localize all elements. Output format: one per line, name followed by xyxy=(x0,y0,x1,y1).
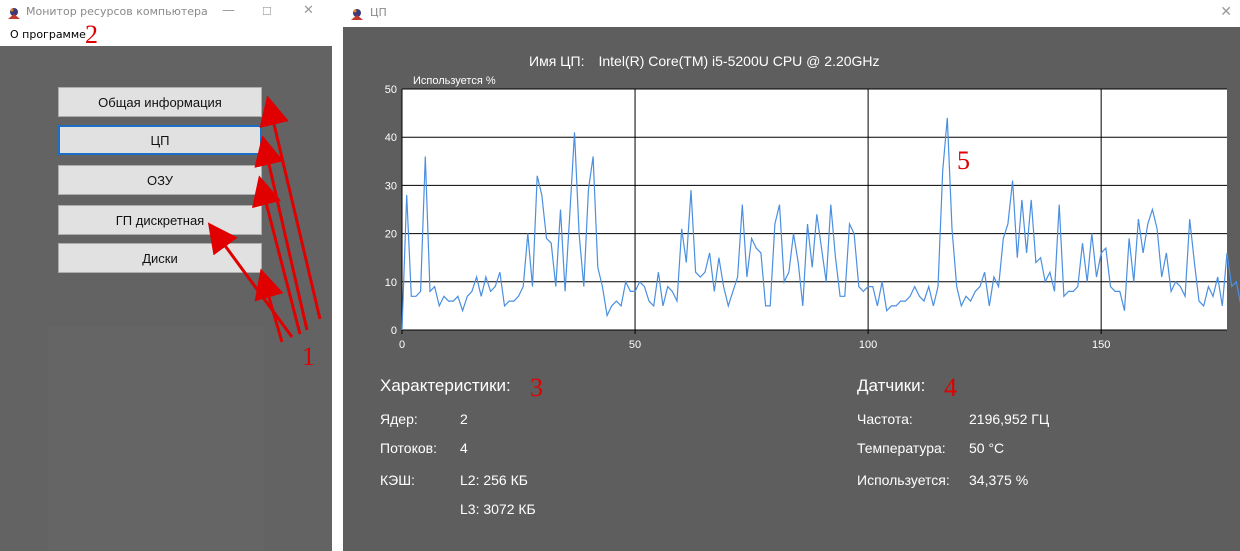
y-tick-label: 20 xyxy=(385,229,397,241)
menu-about[interactable]: О программе xyxy=(10,28,86,41)
button-gpu-discrete[interactable]: ГП дискретная xyxy=(58,205,262,235)
cpu-usage-chart: 0 10 20 30 40 50 0 50 100 150 Используется % xyxy=(385,75,1240,351)
annotation-1: 1 xyxy=(302,342,315,371)
maximize-icon[interactable]: ☐ xyxy=(262,5,272,18)
chart-ylabel: Используется % xyxy=(413,75,496,87)
x-tick-label: 50 xyxy=(629,339,641,351)
cache-l3: L3: 3072 КБ xyxy=(460,501,536,517)
x-tick-label: 100 xyxy=(859,339,877,351)
button-general-info[interactable]: Общая информация xyxy=(58,87,262,117)
app-icon xyxy=(8,8,20,19)
annotation-4: 4 xyxy=(944,373,957,402)
annotation-5: 5 xyxy=(957,146,970,175)
frequency-label: Частота: xyxy=(857,411,913,427)
x-tick-label: 150 xyxy=(1092,339,1110,351)
chart-plot-area xyxy=(402,89,1227,330)
main-window-title: Монитор ресурсов компьютера xyxy=(26,5,208,18)
usage-label: Используется: xyxy=(857,472,950,488)
frequency-value: 2196,952 ГЦ xyxy=(969,411,1050,427)
y-tick-label: 40 xyxy=(385,132,397,144)
temperature-value: 50 °C xyxy=(969,440,1005,456)
y-tick-label: 50 xyxy=(385,84,397,96)
annotation-2: 2 xyxy=(85,20,98,49)
usage-value: 34,375 % xyxy=(969,472,1029,488)
x-tick-label: 0 xyxy=(399,339,405,351)
sensors-title: Датчики: xyxy=(857,376,926,395)
nav-panel xyxy=(0,46,332,551)
close-icon[interactable]: ✕ xyxy=(303,3,314,18)
cache-label: КЭШ: xyxy=(380,472,415,488)
cores-label: Ядер: xyxy=(380,411,418,427)
main-window: Монитор ресурсов компьютера — ☐ ✕ О прог… xyxy=(0,0,332,551)
window-gap xyxy=(332,0,343,551)
temperature-label: Температура: xyxy=(857,440,946,456)
y-tick-label: 30 xyxy=(385,180,397,192)
cores-value: 2 xyxy=(460,411,468,427)
threads-value: 4 xyxy=(460,440,468,456)
menubar: О программе xyxy=(0,25,332,45)
annotation-3: 3 xyxy=(530,373,543,402)
characteristics-title: Характеристики: xyxy=(380,376,511,395)
cpu-window: ЦП ✕ Имя ЦП: Intel(R) Core(TM) i5-5200U C… xyxy=(343,0,1240,551)
y-tick-label: 10 xyxy=(385,277,397,289)
threads-label: Потоков: xyxy=(380,440,437,456)
y-tick-label: 0 xyxy=(391,325,397,337)
main-titlebar: Монитор ресурсов компьютера — ☐ ✕ xyxy=(0,0,332,25)
button-cpu[interactable]: ЦП xyxy=(58,125,262,155)
button-disks[interactable]: Диски xyxy=(58,243,262,273)
cache-l2: L2: 256 КБ xyxy=(460,472,528,488)
nav-panel-inner xyxy=(48,326,264,551)
minimize-icon[interactable]: — xyxy=(222,3,235,18)
button-ram[interactable]: ОЗУ xyxy=(58,165,262,195)
